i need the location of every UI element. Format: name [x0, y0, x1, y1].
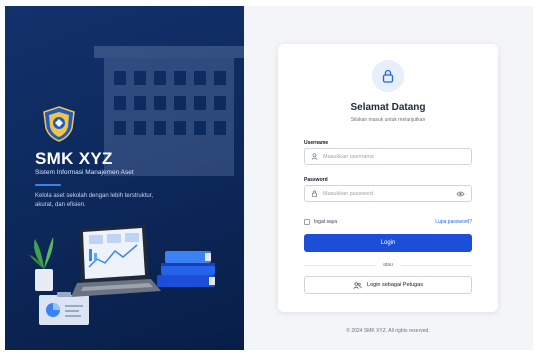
remember-me[interactable]: Ingat saya: [304, 219, 337, 225]
password-field[interactable]: [304, 185, 472, 202]
lock-icon: [382, 69, 394, 83]
username-label: Username: [304, 140, 329, 146]
user-icon: [311, 153, 318, 160]
system-name: Sistem Informasi Manajemen Aset: [35, 169, 134, 176]
plant-illustration: [29, 237, 54, 291]
laptop-illustration: [71, 225, 161, 297]
divider-line: [400, 264, 473, 266]
hero-panel: SMK XYZ Sistem Informasi Manajemen Aset …: [5, 6, 244, 350]
title-underline: [35, 184, 61, 186]
eye-icon[interactable]: [456, 190, 465, 198]
password-input[interactable]: [323, 190, 453, 197]
username-input[interactable]: [323, 153, 453, 160]
building-background-image: [94, 46, 244, 176]
clipboard-illustration: [39, 292, 89, 325]
login-card: Selamat Datang Silakan masuk untuk melan…: [278, 44, 498, 312]
divider-text: atau: [383, 262, 393, 268]
lock-icon: [311, 190, 318, 197]
or-divider: atau: [304, 261, 473, 269]
school-logo: [43, 106, 75, 142]
books-illustration: [157, 251, 215, 287]
password-label: Password: [304, 177, 328, 183]
hero-description: Kelola aset sekolah dengan lebih terstru…: [35, 193, 154, 208]
login-button[interactable]: Login: [304, 234, 472, 252]
divider-line: [304, 264, 376, 266]
login-options: Ingat saya Lupa password?: [304, 217, 472, 227]
welcome-title: Selamat Datang: [350, 102, 426, 113]
lock-badge: [372, 60, 404, 92]
remember-label: Ingat saya: [314, 219, 338, 225]
officer-button-label: Login sebagai Petugas: [367, 282, 423, 288]
users-icon: [353, 281, 362, 289]
login-area: Selamat Datang Silakan masuk untuk melan…: [244, 6, 533, 350]
login-as-officer-button[interactable]: Login sebagai Petugas: [304, 276, 472, 294]
username-field[interactable]: [304, 148, 472, 165]
footer-copyright: © 2024 SMK XYZ. All rights reserved.: [346, 328, 430, 334]
remember-checkbox[interactable]: [304, 219, 310, 225]
school-name: SMK XYZ: [35, 149, 113, 168]
welcome-subtitle: Silakan masuk untuk melanjutkan: [350, 117, 426, 123]
forgot-password-link[interactable]: Lupa password?: [435, 219, 472, 225]
asset-management-illustration: [29, 225, 215, 325]
